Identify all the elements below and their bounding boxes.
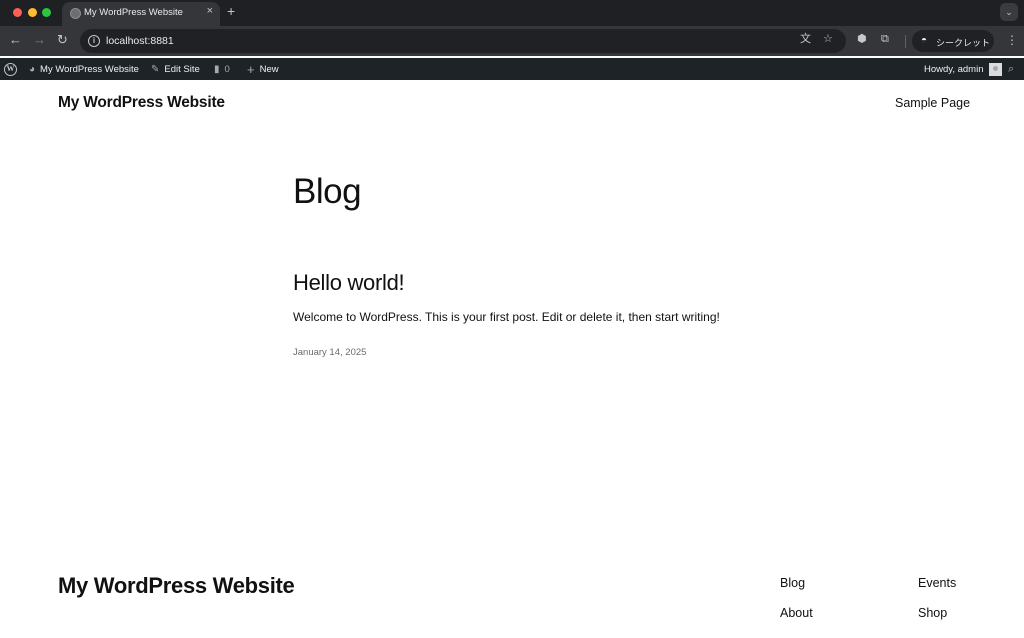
wordpress-logo-icon: W [4,62,17,76]
site-info-icon[interactable]: i [88,35,100,47]
admin-bar-site-name[interactable]: ◕ My WordPress Website [29,58,139,80]
edit-site-label: Edit Site [164,63,200,75]
tab-title: My WordPress Website [84,7,183,18]
reload-icon[interactable]: ↻ [57,33,68,46]
footer-link-shop[interactable]: Shop [918,606,947,620]
post-date[interactable]: January 14, 2025 [293,347,366,358]
url-text: localhost:8881 [106,35,174,47]
admin-bar-search[interactable]: ⌕ [1008,58,1014,80]
back-arrow-icon[interactable]: ← [9,33,22,46]
address-bar[interactable]: i localhost:8881 文 ☆ [80,29,846,53]
site-title[interactable]: My WordPress Website [58,94,225,112]
translate-icon[interactable]: 文 [800,34,811,45]
site-name-label: My WordPress Website [40,63,139,75]
incognito-label: シークレット [936,38,991,48]
howdy-label: Howdy, admin [924,63,984,75]
footer-link-blog[interactable]: Blog [780,576,805,590]
new-tab-button[interactable]: + [227,4,235,18]
puzzle-icon[interactable]: ⧉ [881,34,889,45]
forward-arrow-icon[interactable]: → [33,33,46,46]
kebab-menu-icon[interactable]: ⋮ [1006,33,1018,47]
wp-logo-menu[interactable]: W [4,58,17,80]
toolbar-divider [905,35,906,48]
comment-icon: ▮ [214,63,220,75]
admin-bar-new[interactable]: + New [247,58,279,80]
incognito-icon: ◓ [921,35,928,46]
admin-bar-edit-site[interactable]: ✎ Edit Site [151,58,200,80]
tab-search-button[interactable]: ⌄ [1000,3,1018,21]
nav-link-sample-page[interactable]: Sample Page [895,96,970,110]
dashboard-icon: ◕ [29,63,36,75]
browser-tab[interactable]: My WordPress Website × [62,2,220,26]
footer-link-about[interactable]: About [780,606,813,620]
browser-tab-bar: My WordPress Website × + ⌄ [0,0,1024,26]
avatar [988,62,1002,76]
plus-icon: + [247,61,255,77]
post-title[interactable]: Hello world! [293,270,405,296]
comments-count: 0 [224,63,230,75]
admin-bar-my-account[interactable]: Howdy, admin [924,58,1002,80]
close-window-button[interactable] [13,8,22,17]
incognito-indicator[interactable]: ◓ シークレット [912,30,994,52]
minimize-window-button[interactable] [28,8,37,17]
brush-icon: ✎ [151,63,160,75]
footer-link-events[interactable]: Events [918,576,956,590]
admin-bar-comments[interactable]: ▮ 0 [214,58,230,80]
star-icon[interactable]: ☆ [823,34,833,45]
search-icon: ⌕ [1008,62,1015,75]
footer-site-title[interactable]: My WordPress Website [58,573,295,599]
page-title: Blog [293,172,362,211]
new-label: New [259,63,279,75]
globe-icon [70,8,81,19]
extension-icon[interactable]: ⬢ [857,34,867,45]
tab-close-icon[interactable]: × [207,6,213,17]
wp-admin-bar: W ◕ My WordPress Website ✎ Edit Site ▮ 0… [0,58,1024,80]
post-excerpt: Welcome to WordPress. This is your first… [293,310,720,324]
browser-toolbar: ← → ↻ i localhost:8881 文 ☆ ⬢ ⧉ ◓ シークレット … [0,26,1024,56]
zoom-window-button[interactable] [42,8,51,17]
